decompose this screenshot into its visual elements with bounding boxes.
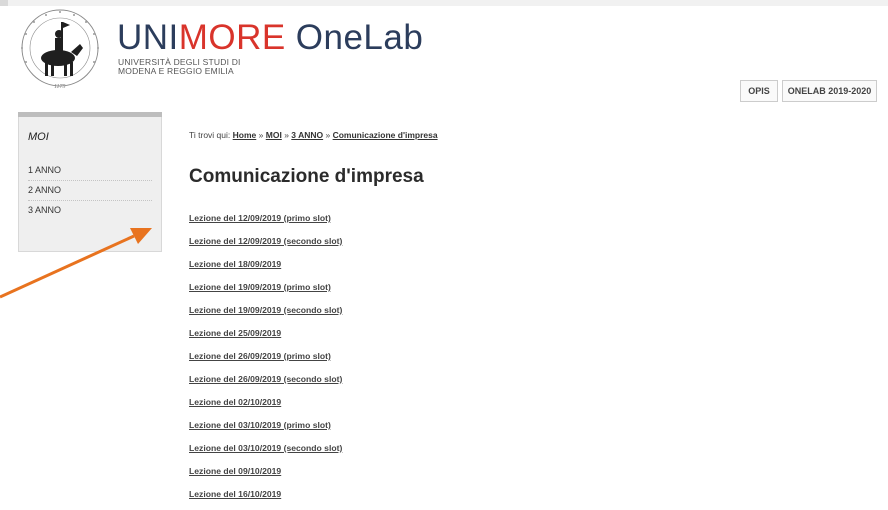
brand-subtitle: UNIVERSITÀ DEGLI STUDI DI MODENA E REGGI… bbox=[118, 58, 241, 76]
sidebar: MOI 1 ANNO 2 ANNO 3 ANNO bbox=[18, 112, 162, 252]
breadcrumb-home[interactable]: Home bbox=[233, 130, 257, 140]
sidebar-title: MOI bbox=[28, 131, 49, 143]
lesson-link[interactable]: Lezione del 12/09/2019 (secondo slot) bbox=[189, 236, 342, 246]
breadcrumb-separator: » bbox=[258, 130, 264, 140]
sidebar-top-strip bbox=[18, 112, 162, 117]
lesson-link[interactable]: Lezione del 03/10/2019 (secondo slot) bbox=[189, 443, 342, 453]
brand-title: UNIMORE OneLab bbox=[117, 20, 423, 56]
lesson-link[interactable]: Lezione del 19/09/2019 (primo slot) bbox=[189, 282, 331, 292]
sidebar-item-2-anno[interactable]: 2 ANNO bbox=[28, 181, 152, 201]
brand-subtitle-line2: MODENA E REGGIO EMILIA bbox=[118, 66, 234, 76]
sidebar-item-1-anno[interactable]: 1 ANNO bbox=[28, 161, 152, 181]
lesson-link[interactable]: Lezione del 09/10/2019 bbox=[189, 466, 281, 476]
breadcrumb-prefix: Ti trovi qui: bbox=[189, 130, 231, 140]
lesson-link[interactable]: Lezione del 25/09/2019 bbox=[189, 328, 281, 338]
page-title: Comunicazione d'impresa bbox=[189, 166, 424, 187]
breadcrumb-current[interactable]: Comunicazione d'impresa bbox=[333, 130, 438, 140]
nav-button-onelab-2019-2020[interactable]: ONELAB 2019-2020 bbox=[782, 80, 877, 102]
lesson-link[interactable]: Lezione del 16/10/2019 bbox=[189, 489, 281, 499]
annotation-arrow-icon bbox=[0, 228, 152, 299]
breadcrumb-separator: » bbox=[325, 130, 331, 140]
brand-onelab-text: OneLab bbox=[295, 18, 424, 57]
lesson-link[interactable]: Lezione del 26/09/2019 (primo slot) bbox=[189, 351, 331, 361]
nav-button-opis[interactable]: OPIS bbox=[740, 80, 778, 102]
lesson-link[interactable]: Lezione del 02/10/2019 bbox=[189, 397, 281, 407]
lesson-link[interactable]: Lezione del 12/09/2019 (primo slot) bbox=[189, 213, 331, 223]
breadcrumb-3-anno[interactable]: 3 ANNO bbox=[291, 130, 323, 140]
top-bar-notch bbox=[0, 0, 8, 6]
svg-text:1175: 1175 bbox=[54, 84, 66, 90]
breadcrumb: Ti trovi qui: Home » MOI » 3 ANNO » Comu… bbox=[189, 130, 438, 140]
lesson-link[interactable]: Lezione del 03/10/2019 (primo slot) bbox=[189, 420, 331, 430]
lesson-link[interactable]: Lezione del 26/09/2019 (secondo slot) bbox=[189, 374, 342, 384]
sidebar-item-3-anno[interactable]: 3 ANNO bbox=[28, 201, 152, 220]
top-bar bbox=[0, 0, 888, 6]
breadcrumb-moi[interactable]: MOI bbox=[266, 130, 282, 140]
lesson-link[interactable]: Lezione del 18/09/2019 bbox=[189, 259, 281, 269]
brand-more-text: MORE bbox=[178, 18, 286, 57]
breadcrumb-separator: » bbox=[284, 130, 289, 140]
brand-uni-text: UNI bbox=[117, 18, 179, 57]
lesson-link[interactable]: Lezione del 19/09/2019 (secondo slot) bbox=[189, 305, 342, 315]
university-seal-logo: 1175 bbox=[21, 9, 99, 90]
